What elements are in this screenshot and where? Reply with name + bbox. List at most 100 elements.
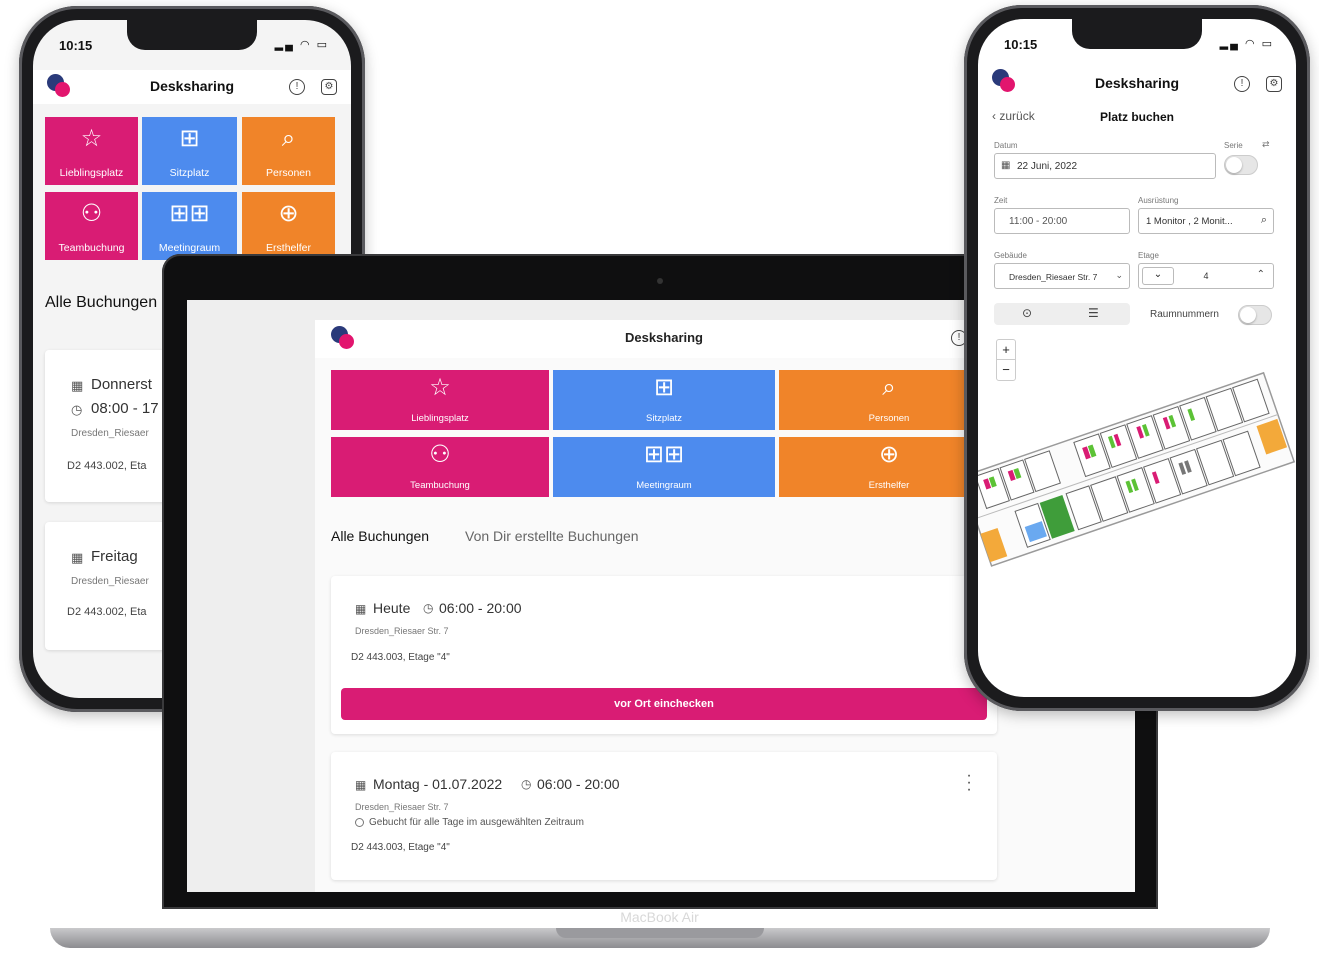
time-value: 11:00 - 20:00 bbox=[1009, 216, 1068, 227]
gear-icon[interactable]: ⚙ bbox=[1266, 76, 1282, 92]
team-icon: ⚇ bbox=[80, 200, 103, 227]
status-time: 10:15 bbox=[59, 38, 93, 53]
laptop-hinge bbox=[556, 928, 764, 938]
equipment-value: 1 Monitor , 2 Monit... bbox=[1146, 216, 1233, 227]
repeat-icon: ⇄ bbox=[1262, 139, 1270, 149]
tile-personen[interactable]: ⌕ Personen bbox=[242, 117, 335, 185]
section-title: Alle Buchungen bbox=[45, 294, 158, 311]
search-icon: ⌕ bbox=[281, 125, 296, 152]
calendar-icon: ▦ bbox=[71, 378, 84, 393]
app-header: Desksharing ! ⚙ bbox=[33, 70, 351, 104]
star-icon: ☆ bbox=[429, 374, 451, 401]
list-icon[interactable]: ☰ bbox=[1088, 306, 1099, 320]
tile-teambuchung[interactable]: ⚇ Teambuchung bbox=[331, 437, 549, 497]
booking-desk: D2 443.003, Etage "4" bbox=[351, 842, 450, 853]
booking-card[interactable]: ▦ Montag - 01.07.2022 ◷ 06:00 - 20:00 · ·… bbox=[331, 752, 997, 880]
view-switch[interactable]: ⊙ ☰ bbox=[994, 303, 1130, 325]
date-value: 22 Juni, 2022 bbox=[1017, 161, 1078, 172]
tile-label: Personen bbox=[266, 167, 311, 179]
booking-location: Dresden_Riesaer bbox=[71, 428, 149, 439]
building-label: Gebäude bbox=[994, 251, 1027, 260]
tile-sitzplatz[interactable]: ⊞ Sitzplatz bbox=[553, 370, 775, 430]
floor-plan-map[interactable] bbox=[978, 359, 1296, 579]
search-icon: ⌕ bbox=[1260, 214, 1267, 226]
clock-icon: ◷ bbox=[521, 777, 532, 791]
tile-lieblingsplatz[interactable]: ☆ Lieblingsplatz bbox=[45, 117, 138, 185]
series-circle-icon bbox=[355, 818, 364, 827]
tab-eigene-buchungen[interactable]: Von Dir erstellte Buchungen bbox=[465, 528, 639, 544]
date-field[interactable]: ▦ 22 Juni, 2022 bbox=[994, 153, 1216, 179]
checkin-button-label: vor Ort einchecken bbox=[614, 698, 714, 710]
app-header: Desksharing ! ⚙ bbox=[978, 67, 1296, 101]
right-phone: 10:15 ▂▄ ◠ ▭ Desksharing ! ⚙ ‹ zurück Pl… bbox=[964, 5, 1310, 711]
booking-desk: D2 443.003, Etage "4" bbox=[351, 652, 450, 663]
equipment-field[interactable]: 1 Monitor , 2 Monit... ⌕ bbox=[1138, 208, 1274, 234]
chevron-down-icon: ⌄ bbox=[1115, 270, 1123, 280]
tile-meetingraum[interactable]: ⊞⊞ Meetingraum bbox=[553, 437, 775, 497]
meeting-room-icon: ⊞⊞ bbox=[169, 200, 210, 227]
date-label: Datum bbox=[994, 141, 1018, 150]
booking-day: Freitag bbox=[91, 548, 138, 565]
zoom-in-button[interactable]: + bbox=[997, 340, 1015, 360]
time-label: Zeit bbox=[994, 196, 1008, 205]
tile-label: Meetingraum bbox=[158, 242, 221, 254]
tile-ersthelfer[interactable]: ⊕ Ersthelfer bbox=[242, 192, 335, 260]
meeting-room-icon: ⊞⊞ bbox=[643, 441, 685, 468]
phone-notch bbox=[127, 20, 257, 50]
booking-time: 08:00 - 17 bbox=[91, 400, 159, 417]
info-icon[interactable]: ! bbox=[289, 79, 305, 95]
booking-time: 06:00 - 20:00 bbox=[537, 776, 620, 792]
booking-desk: D2 443.002, Eta bbox=[67, 606, 147, 618]
floor-label: Etage bbox=[1138, 251, 1159, 260]
calendar-icon: ▦ bbox=[355, 602, 367, 616]
tile-label: Sitzplatz bbox=[646, 413, 682, 424]
floor-value: 4 bbox=[1203, 271, 1209, 281]
status-time: 10:15 bbox=[1004, 37, 1038, 52]
booking-series-note: Gebucht für alle Tage im ausgewählten Ze… bbox=[369, 817, 584, 828]
info-icon[interactable]: ! bbox=[1234, 76, 1250, 92]
tile-meetingraum[interactable]: ⊞⊞ Meetingraum bbox=[142, 192, 237, 260]
device-label: MacBook Air bbox=[620, 909, 699, 925]
gear-icon[interactable]: ⚙ bbox=[321, 79, 337, 95]
booking-day: Montag - 01.07.2022 bbox=[373, 776, 503, 792]
tab-alle-buchungen[interactable]: Alle Buchungen bbox=[331, 528, 429, 544]
tile-label: Lieblingsplatz bbox=[411, 413, 469, 424]
camera-dot bbox=[657, 278, 663, 284]
tile-teambuchung[interactable]: ⚇ Teambuchung bbox=[45, 192, 138, 260]
tile-label: Teambuchung bbox=[58, 242, 125, 254]
first-aid-plus-icon: ⊕ bbox=[278, 200, 299, 227]
page-title: Platz buchen bbox=[1099, 110, 1174, 124]
booking-location: Dresden_Riesaer Str. 7 bbox=[355, 802, 449, 812]
floor-stepper[interactable]: ⌄ 4 ⌃ bbox=[1138, 263, 1274, 289]
tile-label: Sitzplatz bbox=[169, 167, 210, 179]
building-select[interactable]: Dresden_Riesaer Str. 7 ⌄ bbox=[994, 263, 1130, 289]
team-icon: ⚇ bbox=[429, 441, 451, 468]
series-toggle[interactable] bbox=[1224, 155, 1258, 175]
star-icon: ☆ bbox=[80, 125, 103, 152]
signal-wifi-battery-icon: ▂▄ ◠ ▭ bbox=[274, 39, 329, 51]
desk-icon: ⊞ bbox=[653, 374, 675, 401]
calendar-icon: ▦ bbox=[355, 778, 367, 792]
tile-label: Teambuchung bbox=[410, 480, 470, 491]
room-numbers-label: Raumnummern bbox=[1150, 309, 1219, 320]
more-vertical-icon[interactable]: · · · bbox=[965, 768, 973, 798]
map-pin-icon[interactable]: ⊙ bbox=[1022, 306, 1032, 320]
booking-card[interactable]: ▦ Heute ◷ 06:00 - 20:00 Dresden_Riesaer … bbox=[331, 576, 997, 734]
booking-desk: D2 443.002, Eta bbox=[67, 460, 147, 472]
booking-day: Heute bbox=[373, 600, 411, 616]
booking-time: 06:00 - 20:00 bbox=[439, 600, 522, 616]
right-phone-screen: 10:15 ▂▄ ◠ ▭ Desksharing ! ⚙ ‹ zurück Pl… bbox=[978, 19, 1296, 697]
tile-sitzplatz[interactable]: ⊞ Sitzplatz bbox=[142, 117, 237, 185]
checkin-button[interactable]: vor Ort einchecken bbox=[341, 688, 987, 720]
series-label: Serie bbox=[1224, 141, 1243, 150]
floor-increase-button[interactable]: ⌃ bbox=[1257, 269, 1265, 280]
desk-icon: ⊞ bbox=[179, 125, 200, 152]
signal-wifi-battery-icon: ▂▄ ◠ ▭ bbox=[1219, 38, 1274, 50]
phone-notch bbox=[1072, 19, 1202, 49]
room-numbers-toggle[interactable] bbox=[1238, 305, 1272, 325]
app-title: Desksharing bbox=[624, 330, 704, 345]
booking-location: Dresden_Riesaer Str. 7 bbox=[355, 626, 449, 636]
tile-lieblingsplatz[interactable]: ☆ Lieblingsplatz bbox=[331, 370, 549, 430]
time-field[interactable]: 11:00 - 20:00 bbox=[994, 208, 1130, 234]
building-value: Dresden_Riesaer Str. 7 bbox=[1009, 272, 1098, 282]
